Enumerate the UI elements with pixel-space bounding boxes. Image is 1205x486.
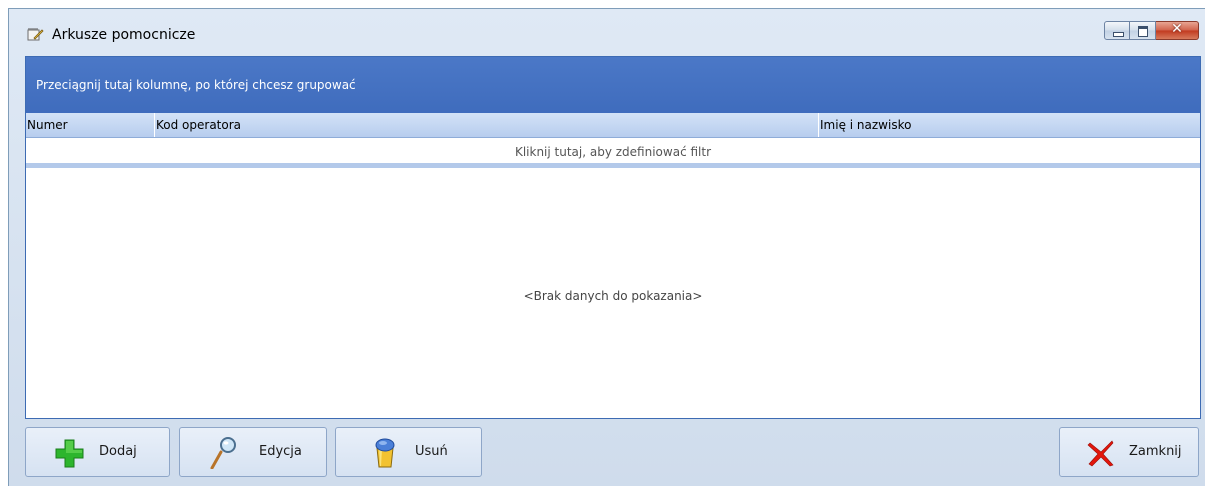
minimize-icon <box>1113 32 1124 37</box>
close-button-label: Zamknij <box>1129 444 1182 459</box>
group-by-hint: Przeciągnij tutaj kolumnę, po której chc… <box>36 78 356 92</box>
group-by-panel[interactable]: Przeciągnij tutaj kolumnę, po której chc… <box>26 57 1200 113</box>
title-bar[interactable]: Arkusze pomocnicze ✕ <box>9 9 1205 55</box>
red-x-icon <box>1087 440 1114 467</box>
column-header-row: Numer Kod operatora Imię i nazwisko <box>26 113 1200 138</box>
close-button[interactable]: Zamknij <box>1059 427 1199 477</box>
column-header-kod-operatora[interactable]: Kod operatora <box>155 113 819 137</box>
data-grid[interactable]: Przeciągnij tutaj kolumnę, po której chc… <box>25 56 1201 419</box>
notebook-pencil-icon <box>27 28 44 41</box>
empty-grid-message: <Brak danych do pokazania> <box>523 289 703 303</box>
close-window-button[interactable]: ✕ <box>1156 21 1199 40</box>
edit-button[interactable]: Edycja <box>179 427 327 477</box>
maximize-icon <box>1138 26 1148 37</box>
filter-row[interactable]: Kliknij tutaj, aby zdefiniować filtr <box>26 138 1200 168</box>
green-plus-icon <box>55 439 84 468</box>
filter-row-hint: Kliknij tutaj, aby zdefiniować filtr <box>514 145 712 159</box>
close-icon: ✕ <box>1171 21 1183 37</box>
column-header-imie-nazwisko[interactable]: Imię i nazwisko <box>819 113 1200 137</box>
add-button-label: Dodaj <box>99 444 137 459</box>
window-controls: ✕ <box>1104 21 1199 40</box>
add-button[interactable]: Dodaj <box>25 427 170 477</box>
delete-button-label: Usuń <box>415 444 448 459</box>
magnifier-icon <box>210 437 236 469</box>
edit-button-label: Edycja <box>259 444 302 459</box>
window: Arkusze pomocnicze ✕ Przeciągnij tutaj k… <box>8 8 1205 486</box>
maximize-button[interactable] <box>1130 21 1156 40</box>
trash-bin-icon <box>375 438 395 468</box>
minimize-button[interactable] <box>1104 21 1130 40</box>
window-title: Arkusze pomocnicze <box>52 27 196 43</box>
column-header-numer[interactable]: Numer <box>26 113 155 137</box>
delete-button[interactable]: Usuń <box>335 427 482 477</box>
